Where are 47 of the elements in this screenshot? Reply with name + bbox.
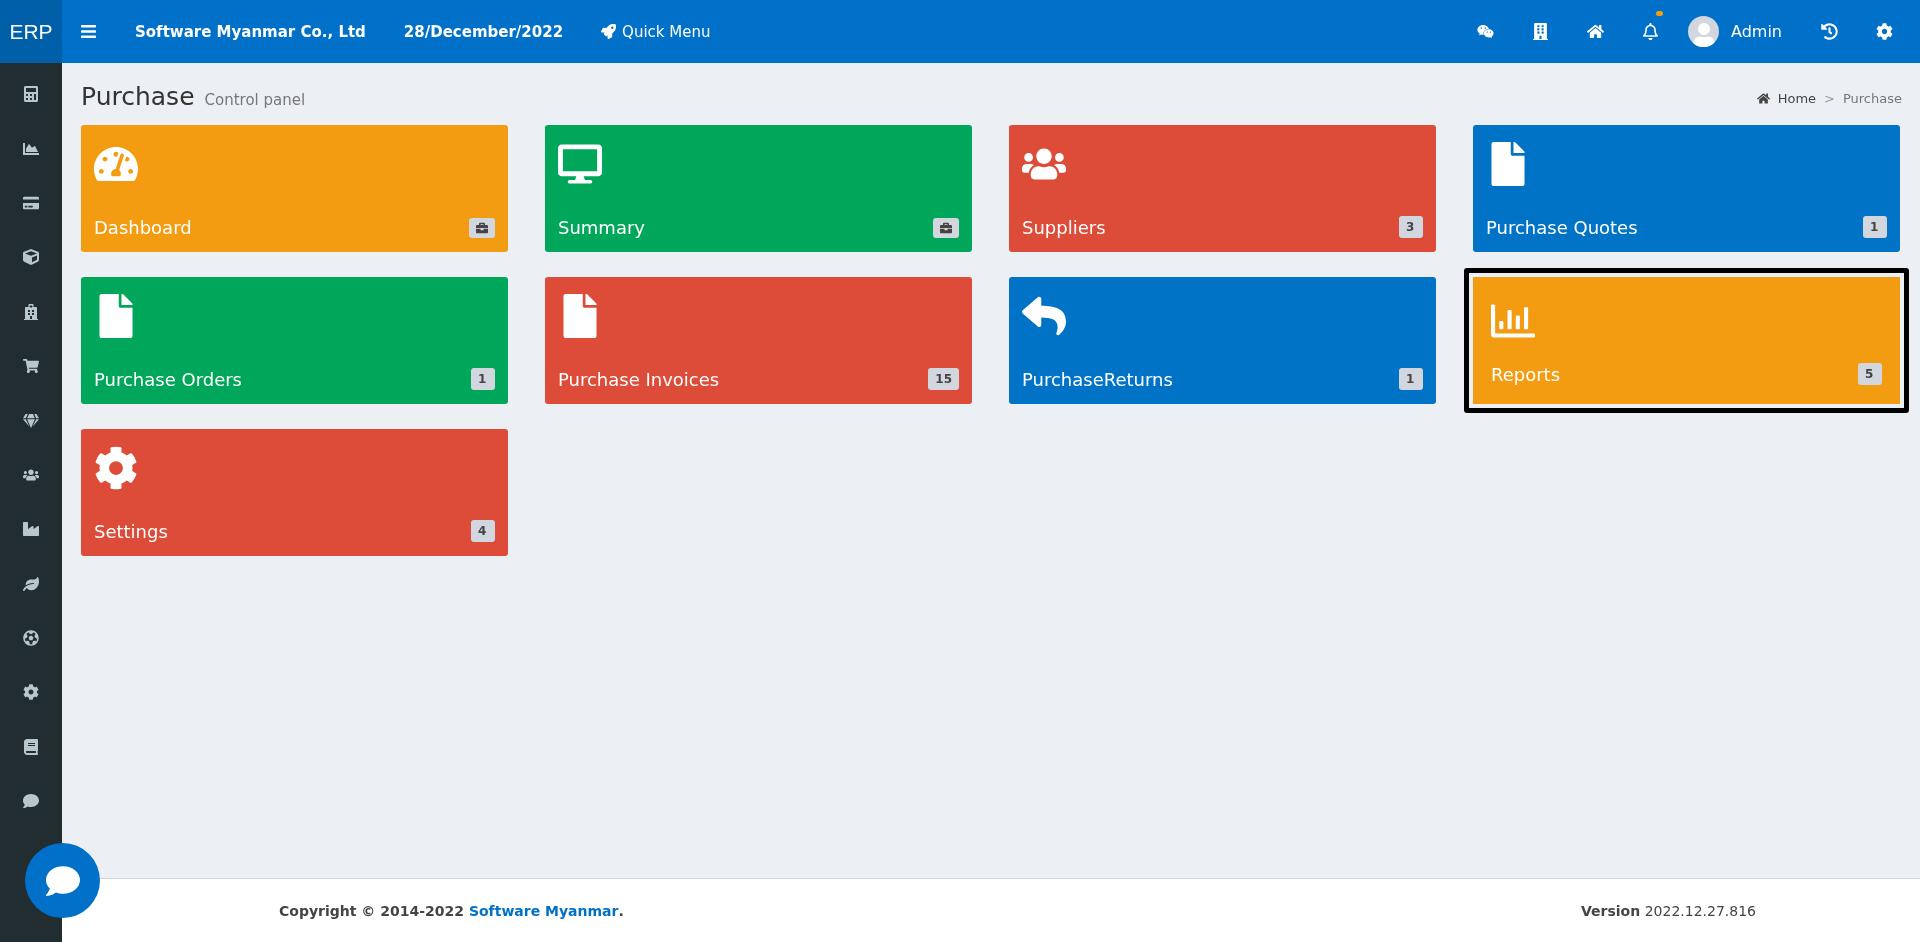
module-tile[interactable]: Settings 4 bbox=[81, 429, 508, 556]
breadcrumb-separator: > bbox=[1824, 91, 1835, 106]
module-tile[interactable]: Suppliers 3 bbox=[1009, 125, 1436, 252]
module-tile[interactable]: Reports 5 bbox=[1464, 268, 1909, 413]
version-text: Version 2022.12.27.816 bbox=[1581, 902, 1756, 919]
monitor-icon bbox=[558, 142, 602, 186]
company-name: Software Myanmar Co., Ltd bbox=[135, 22, 366, 41]
home-icon bbox=[1756, 92, 1770, 105]
page-subtitle: Control panel bbox=[204, 91, 306, 109]
reply-arrow-icon bbox=[1022, 294, 1066, 338]
tile-label: Purchase Quotes bbox=[1486, 216, 1638, 238]
tile-label: Dashboard bbox=[94, 217, 192, 238]
page-title: Purchase bbox=[81, 82, 195, 111]
breadcrumb-link[interactable]: Home bbox=[1777, 91, 1817, 106]
tile-label: Purchase Orders bbox=[94, 368, 242, 390]
count-badge: 4 bbox=[471, 520, 495, 542]
app-logo[interactable]: ERP bbox=[0, 0, 62, 63]
tile-label: Reports bbox=[1491, 363, 1561, 385]
period-text: . bbox=[618, 902, 624, 919]
module-tile[interactable]: Purchase Quotes 1 bbox=[1473, 125, 1900, 252]
module-tile[interactable]: Purchase Invoices 15 bbox=[545, 277, 972, 404]
count-badge: 1 bbox=[471, 368, 495, 390]
bell-icon bbox=[1642, 23, 1659, 40]
avatar-icon bbox=[1688, 16, 1719, 47]
current-date: 28/December/2022 bbox=[403, 22, 564, 41]
count-badge: 5 bbox=[1858, 363, 1882, 385]
settings-icon bbox=[94, 446, 138, 490]
briefcase-badge bbox=[469, 217, 495, 238]
count-badge: 3 bbox=[1399, 216, 1423, 238]
count-badge: 1 bbox=[1863, 216, 1887, 238]
user-menu[interactable]: Admin bbox=[1678, 16, 1802, 47]
count-badge: 1 bbox=[1399, 368, 1423, 390]
count-badge: 15 bbox=[928, 368, 959, 390]
briefcase-badge bbox=[933, 217, 959, 238]
quick-menu-link[interactable]: Quick Menu bbox=[601, 22, 711, 41]
tile-label: Summary bbox=[558, 217, 645, 238]
company-link[interactable]: Software Myanmar bbox=[468, 902, 619, 919]
module-tile[interactable]: PurchaseReturns 1 bbox=[1009, 277, 1436, 404]
tile-label: Settings bbox=[94, 520, 168, 542]
tile-label: PurchaseReturns bbox=[1022, 368, 1173, 390]
speech-bubble-icon bbox=[45, 863, 80, 898]
breadcrumb-link[interactable]: Purchase bbox=[1842, 91, 1902, 106]
tile-label: Purchase Invoices bbox=[558, 368, 720, 390]
rocket-icon bbox=[601, 24, 617, 39]
copyright-text: Copyright © 2014-2022 bbox=[279, 902, 464, 919]
tile-label: Suppliers bbox=[1022, 216, 1106, 238]
module-tile[interactable]: Purchase Orders 1 bbox=[81, 277, 508, 404]
